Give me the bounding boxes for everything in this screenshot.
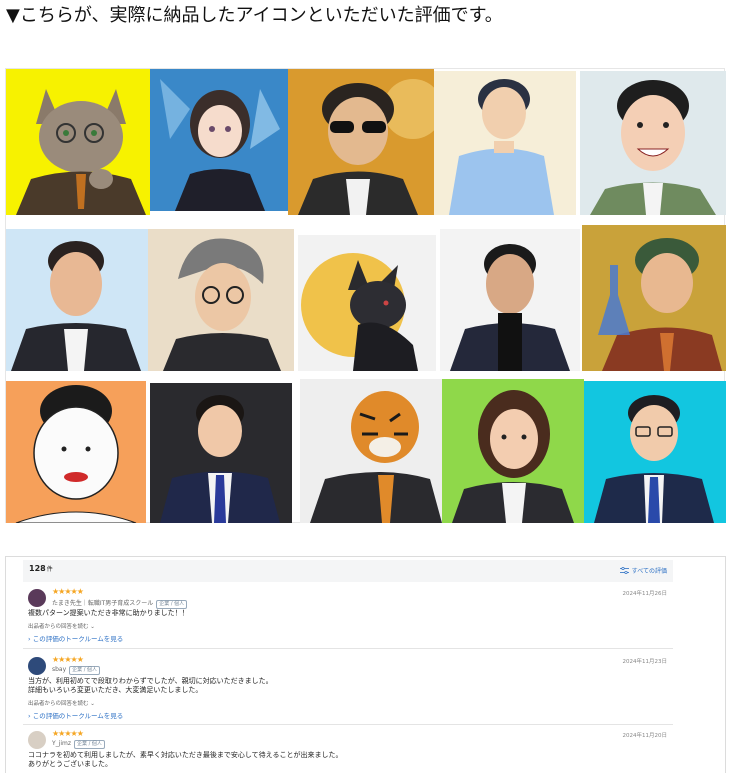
all-reviews-label: すべての評価: [631, 568, 667, 575]
reviewer-name: Y_jimz 企業 / 個人: [52, 740, 105, 749]
review-item: ★★★★★ たまき先生｜転職IT男子育成スクール 企業 / 個人 2024年11月…: [23, 587, 673, 649]
gallery-image-gray-hair-man: [148, 229, 294, 371]
rating-stars: ★★★★★: [52, 587, 84, 596]
reviewer-name-text: sbay: [52, 666, 67, 673]
reviewer-avatar: [28, 589, 46, 607]
reviewer-badge: 企業 / 個人: [69, 666, 101, 675]
review-text-line: ココナラを初めて利用しましたが、素早く対応いただき最後まで安心して待えることが出…: [28, 751, 343, 759]
gallery-image-turtleneck-man: [440, 229, 580, 371]
reviewer-name-text: たまき先生｜転職IT男子育成スクール: [52, 600, 154, 607]
chevron-right-icon: ›: [28, 712, 31, 720]
gallery-image-anime-woman: [150, 69, 288, 211]
reviewer-badge: 企業 / 個人: [156, 600, 188, 609]
review-text-line: 詳細もいろいろ変更いただき、大変満足いたしました。: [28, 686, 203, 694]
review-panel: 128件 すべての評価 ★★★★★ たまき先生｜転職IT男子育成スクール 企業 /…: [5, 556, 726, 773]
chevron-down-icon: ⌄: [90, 701, 95, 707]
review-text-line: ありがとうございました。: [28, 760, 112, 768]
gallery-image-cat: [6, 69, 150, 215]
talk-room-link[interactable]: › この評価のトークルームを見る: [28, 633, 123, 643]
gallery-image-suit-man-blue: [6, 229, 148, 371]
reviewer-name: sbay 企業 / 個人: [52, 666, 101, 675]
all-reviews-link[interactable]: すべての評価: [619, 566, 667, 575]
talk-room-link-label: この評価のトークルームを見る: [32, 635, 124, 643]
review-text-line: 当方が、利用初めてで段取りわからずでしたが、親切に対応いただきました。: [28, 677, 273, 685]
review-date: 2024年11月20日: [622, 733, 668, 739]
review-count-unit: 件: [46, 566, 53, 573]
gallery-image-businesswoman: [442, 379, 584, 523]
gallery-image-sunglasses-man: [288, 69, 434, 215]
review-text-line: 複数パターン提案いただき非常に助かりました！！: [28, 609, 189, 617]
talk-room-link-label: この評価のトークルームを見る: [32, 712, 124, 720]
gallery-image-flask-man: [582, 225, 726, 371]
reviewer-name: たまき先生｜転職IT男子育成スクール 企業 / 個人: [52, 598, 188, 609]
reviewer-name-text: Y_jimz: [52, 740, 71, 747]
seller-reply-label: 出品者からの回答を読む: [28, 701, 89, 707]
gallery-image-nurse-man: [434, 71, 576, 215]
review-item: ★★★★★ sbay 企業 / 個人 2024年11月23日 当方が、利用初めてで…: [23, 655, 673, 725]
filter-icon: [619, 567, 629, 574]
talk-room-link[interactable]: › この評価のトークルームを見る: [28, 710, 123, 720]
seller-reply-toggle[interactable]: 出品者からの回答を読む ⌄: [28, 622, 95, 630]
gallery-image-smiling-man: [580, 71, 726, 215]
chevron-right-icon: ›: [28, 635, 31, 643]
review-count: 128件: [29, 564, 53, 573]
gallery-image-young-man-tie: [150, 383, 292, 523]
review-date: 2024年11月23日: [622, 659, 668, 665]
gallery-image-black-cat: [298, 235, 436, 371]
icon-gallery: [5, 68, 726, 523]
page-heading: ▼こちらが、実際に納品したアイコンといただいた評価です。: [6, 5, 503, 26]
rating-stars: ★★★★★: [52, 729, 84, 738]
reviewer-avatar: [28, 657, 46, 675]
gallery-image-glasses-man-cyan: [584, 381, 726, 523]
seller-reply-label: 出品者からの回答を読む: [28, 624, 89, 630]
gallery-image-woman-red-lips: [6, 381, 146, 523]
reviewer-avatar: [28, 731, 46, 749]
seller-reply-toggle[interactable]: 出品者からの回答を読む ⌄: [28, 699, 95, 707]
chevron-down-icon: ⌄: [90, 624, 95, 630]
review-count-value: 128: [29, 564, 46, 573]
reviewer-badge: 企業 / 個人: [74, 740, 105, 749]
review-header: 128件 すべての評価: [23, 560, 673, 582]
rating-stars: ★★★★★: [52, 655, 84, 664]
review-item: ★★★★★ Y_jimz 企業 / 個人 2024年11月20日 ココナラを初めて…: [23, 729, 673, 773]
gallery-image-tiger-suit: [300, 379, 442, 523]
review-date: 2024年11月26日: [622, 591, 668, 597]
